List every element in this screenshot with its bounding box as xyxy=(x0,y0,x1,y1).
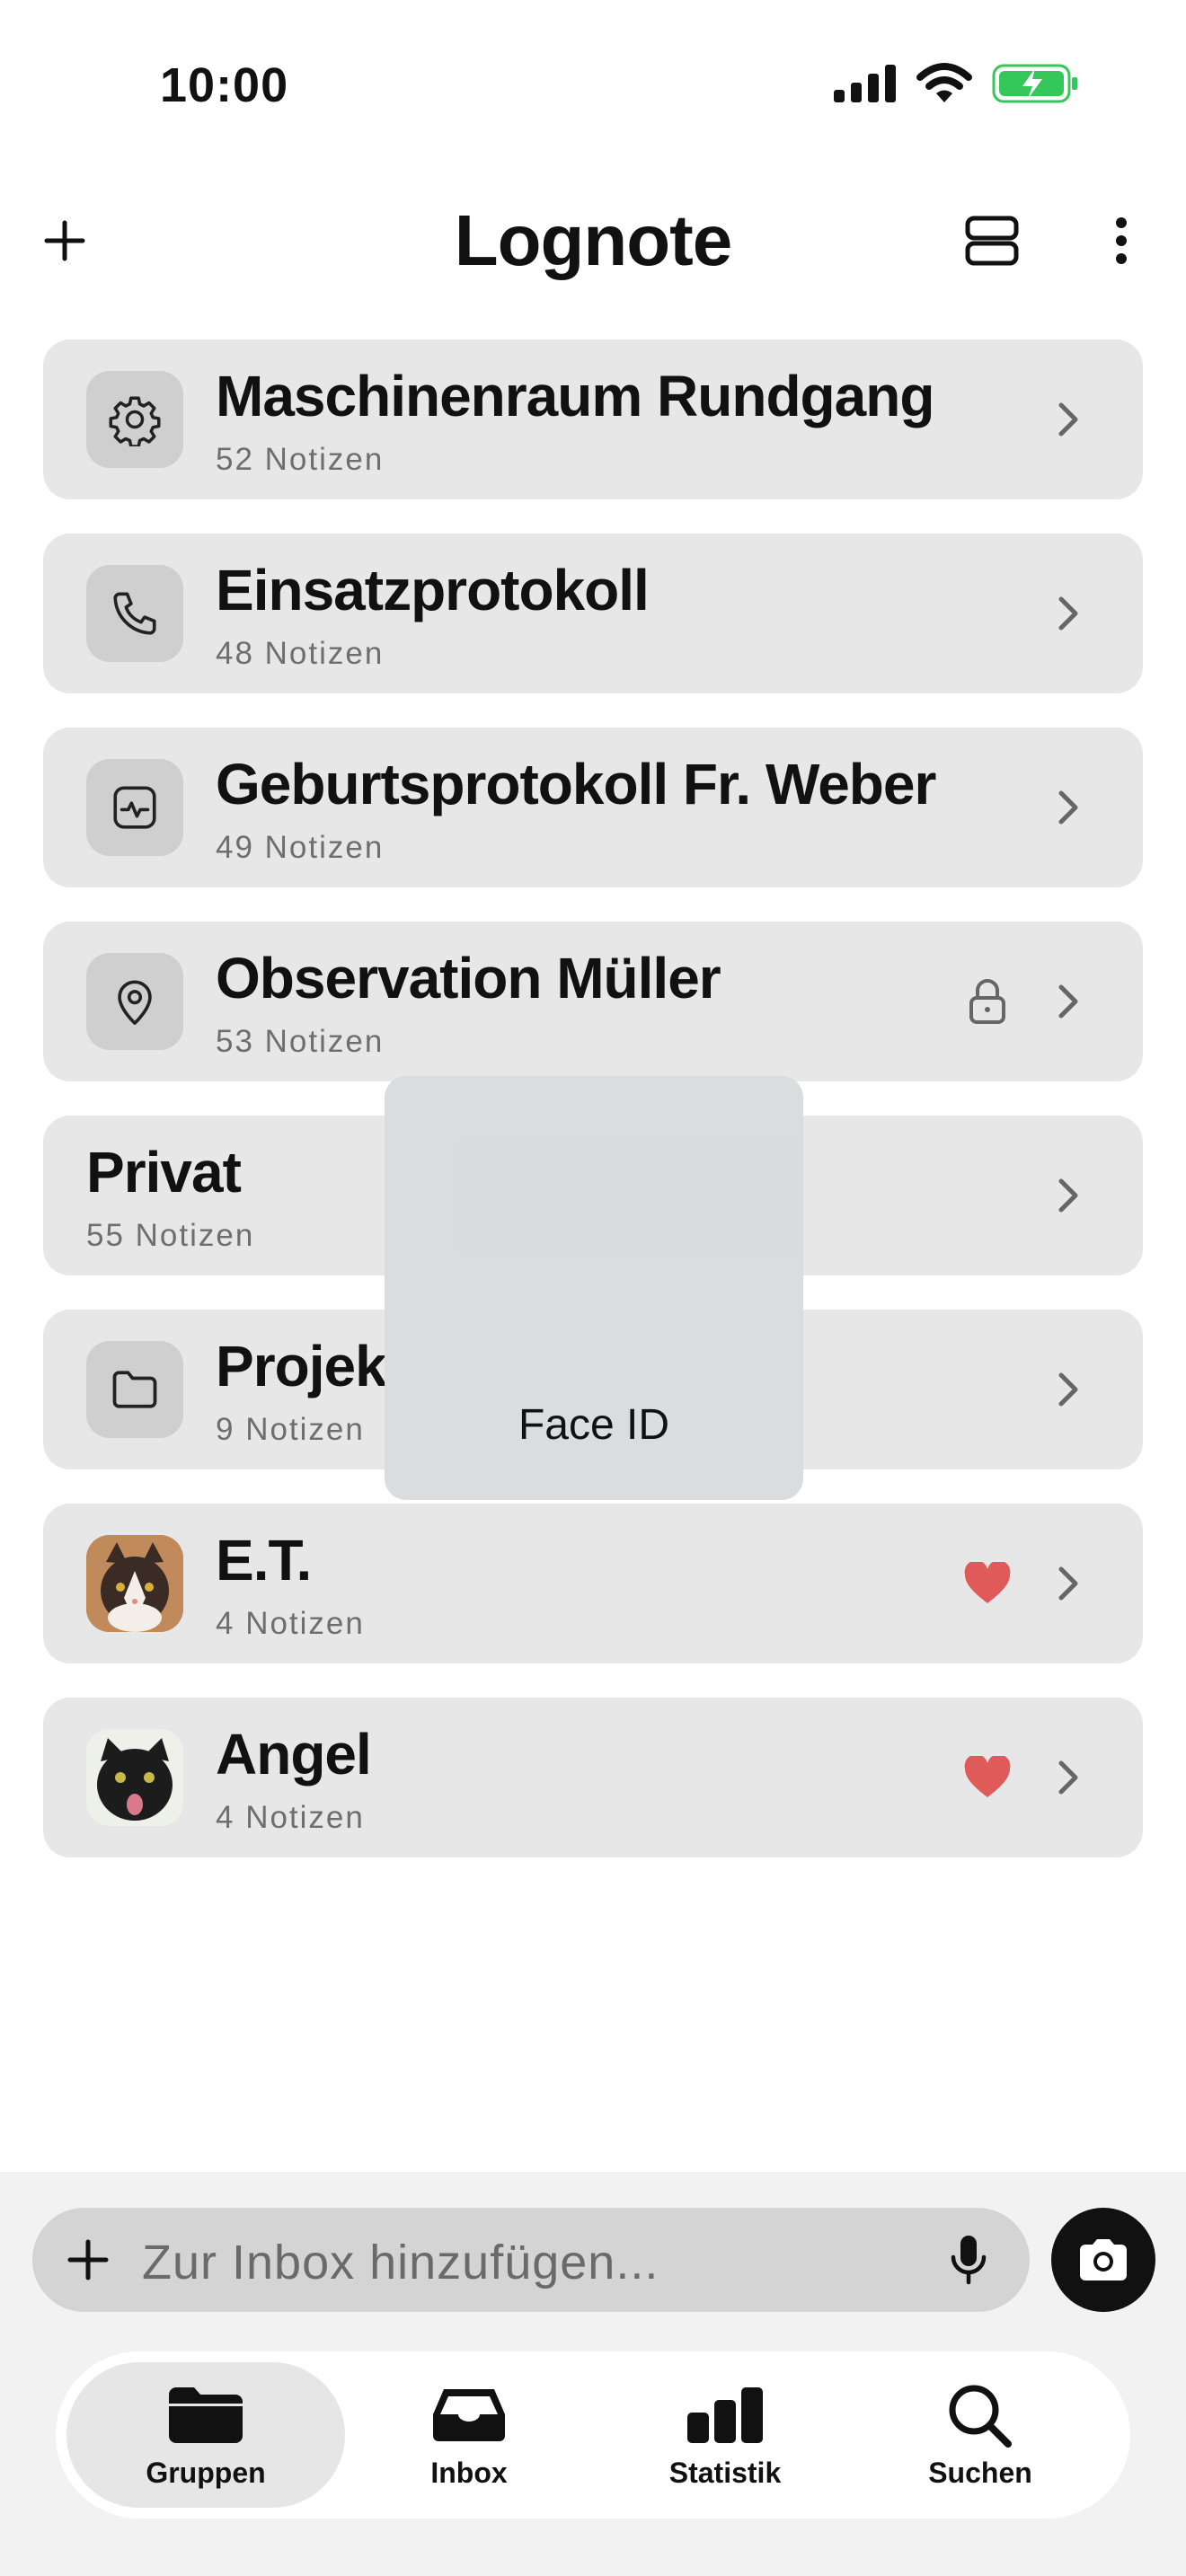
group-note-count: 52 Notizen xyxy=(216,442,385,477)
group-row-geburtsprotokoll[interactable]: Geburtsprotokoll Fr. Weber 49 Notizen xyxy=(43,728,1143,887)
group-row-angel[interactable]: Angel 4 Notizen xyxy=(43,1698,1143,1857)
faceid-label: Face ID xyxy=(518,1401,670,1449)
chevron-right-icon xyxy=(1042,1169,1094,1222)
faceid-overlay: Face ID xyxy=(385,1076,803,1500)
heart-icon xyxy=(960,1750,1015,1805)
group-row-einsatzprotokoll[interactable]: Einsatzprotokoll 48 Notizen xyxy=(43,534,1143,693)
folder-icon xyxy=(112,1371,157,1408)
lock-icon xyxy=(960,974,1015,1029)
more-vertical-icon xyxy=(1116,217,1127,264)
tab-label: Inbox xyxy=(430,2456,508,2489)
tab-label: Suchen xyxy=(928,2456,1032,2489)
camera-button[interactable] xyxy=(1051,2208,1155,2312)
cat-avatar xyxy=(86,1535,183,1632)
bottom-panel: Zur Inbox hinzufügen... Gruppen Inbox St… xyxy=(0,2172,1186,2576)
battery-charging-icon xyxy=(992,64,1077,103)
group-icon xyxy=(86,953,183,1050)
inbox-placeholder: Zur Inbox hinzufügen... xyxy=(142,2236,659,2289)
group-icon xyxy=(86,371,183,468)
group-note-count: 55 Notizen xyxy=(86,1218,255,1253)
cat-photo xyxy=(86,1535,183,1632)
folder-icon xyxy=(165,2381,246,2449)
tab-gruppen[interactable]: Gruppen xyxy=(66,2362,345,2508)
chevron-right-icon xyxy=(1042,1751,1094,1804)
camera-icon xyxy=(1080,2239,1127,2280)
layout-toggle-button[interactable] xyxy=(956,205,1028,277)
group-icon xyxy=(86,565,183,662)
rows-layout-icon xyxy=(965,216,1019,266)
inbox-input[interactable]: Zur Inbox hinzufügen... xyxy=(32,2208,1030,2312)
tab-label: Statistik xyxy=(668,2456,782,2489)
group-icon xyxy=(86,1341,183,1438)
group-note-count: 49 Notizen xyxy=(216,830,385,865)
group-icon xyxy=(86,759,183,856)
group-note-count: 4 Notizen xyxy=(216,1800,365,1835)
heart-icon xyxy=(960,1556,1015,1611)
group-row-observation[interactable]: Observation Müller 53 Notizen xyxy=(43,922,1143,1081)
heart-monitor-icon xyxy=(113,786,156,829)
group-title: Observation Müller xyxy=(216,946,721,1010)
group-note-count: 48 Notizen xyxy=(216,636,385,671)
cat-photo xyxy=(86,1729,183,1826)
group-note-count: 53 Notizen xyxy=(216,1024,385,1059)
gear-icon xyxy=(109,396,161,446)
group-title: E.T. xyxy=(216,1528,312,1592)
chevron-right-icon xyxy=(1042,587,1094,640)
group-title: Geburtsprotokoll Fr. Weber xyxy=(216,752,936,816)
phone-icon xyxy=(113,592,156,635)
tab-bar: Gruppen Inbox Statistik Suchen xyxy=(56,2351,1130,2519)
chevron-right-icon xyxy=(1042,1363,1094,1416)
group-title: Projek xyxy=(216,1334,387,1398)
location-pin-icon xyxy=(118,980,152,1025)
cellular-signal-icon xyxy=(834,65,896,102)
chevron-right-icon xyxy=(1042,1557,1094,1610)
chevron-right-icon xyxy=(1042,393,1094,446)
bar-chart-icon xyxy=(685,2381,766,2449)
group-title: Privat xyxy=(86,1140,242,1204)
search-icon xyxy=(940,2381,1021,2449)
tab-suchen[interactable]: Suchen xyxy=(841,2362,1120,2508)
group-title: Angel xyxy=(216,1722,372,1786)
tab-inbox[interactable]: Inbox xyxy=(330,2362,608,2508)
group-row-et[interactable]: E.T. 4 Notizen xyxy=(43,1504,1143,1663)
microphone-icon[interactable] xyxy=(940,2231,997,2289)
group-note-count: 9 Notizen xyxy=(216,1412,365,1447)
chevron-right-icon xyxy=(1042,975,1094,1028)
group-row-maschinenraum[interactable]: Maschinenraum Rundgang 52 Notizen xyxy=(43,340,1143,499)
more-options-button[interactable] xyxy=(1085,205,1157,277)
tab-label: Gruppen xyxy=(146,2456,266,2489)
wifi-icon xyxy=(916,63,972,102)
group-note-count: 4 Notizen xyxy=(216,1606,365,1641)
status-time: 10:00 xyxy=(160,58,289,112)
group-title: Maschinenraum Rundgang xyxy=(216,364,934,428)
tab-statistik[interactable]: Statistik xyxy=(586,2362,864,2508)
plus-icon[interactable] xyxy=(61,2233,115,2287)
cat-avatar xyxy=(86,1729,183,1826)
chevron-right-icon xyxy=(1042,781,1094,834)
group-title: Einsatzprotokoll xyxy=(216,558,650,622)
status-icons xyxy=(834,63,1078,104)
inbox-tray-icon xyxy=(429,2381,509,2449)
